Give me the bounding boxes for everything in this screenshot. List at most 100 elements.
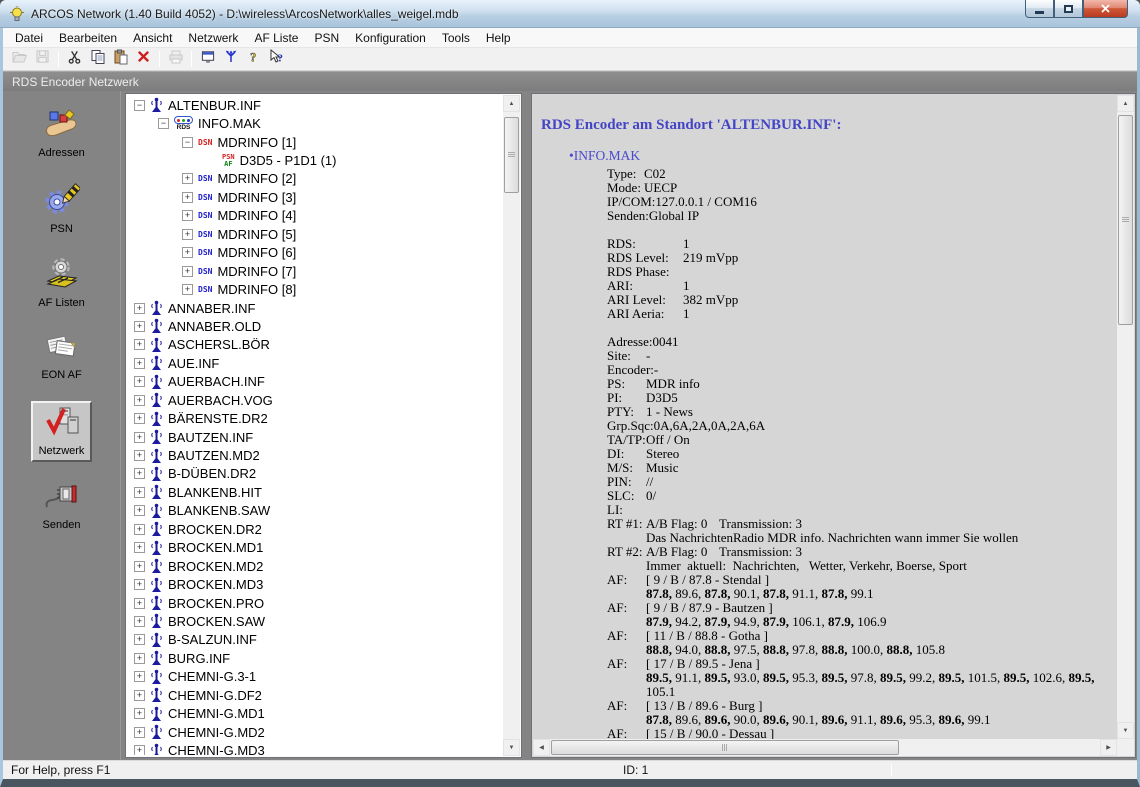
expand-toggle-icon[interactable]: + <box>182 266 193 277</box>
tree-item-b-renste-dr2[interactable]: +BÄRENSTE.DR2 <box>128 409 502 427</box>
tree-item-brocken-pro[interactable]: +BROCKEN.PRO <box>128 594 502 612</box>
delete-button[interactable] <box>132 49 155 70</box>
tree-item-brocken-md2[interactable]: +BROCKEN.MD2 <box>128 557 502 575</box>
expand-toggle-icon[interactable]: + <box>134 450 145 461</box>
antenna-button[interactable] <box>219 49 242 70</box>
tree-item-auerbach-inf[interactable]: +AUERBACH.INF <box>128 373 502 391</box>
expand-toggle-icon[interactable]: + <box>134 671 145 682</box>
tree-scrollbar-thumb[interactable] <box>504 117 519 193</box>
menu-item-netzwerk[interactable]: Netzwerk <box>180 29 246 47</box>
cut-button[interactable] <box>63 49 86 70</box>
expand-toggle-icon[interactable]: + <box>134 745 145 755</box>
expand-toggle-icon[interactable]: + <box>134 708 145 719</box>
tree-item-burg-inf[interactable]: +BURG.INF <box>128 649 502 667</box>
properties-button[interactable] <box>196 49 219 70</box>
menu-item-datei[interactable]: Datei <box>7 29 51 47</box>
sidebar-item-af-listen[interactable]: AF Listen <box>32 255 90 312</box>
tree-item-bautzen-inf[interactable]: +BAUTZEN.INF <box>128 428 502 446</box>
menu-item-af-liste[interactable]: AF Liste <box>246 29 306 47</box>
copy-button[interactable] <box>86 49 109 70</box>
sidebar-item-netzwerk[interactable]: Netzwerk <box>31 401 93 462</box>
tree-item-brocken-md3[interactable]: +BROCKEN.MD3 <box>128 575 502 593</box>
menu-item-ansicht[interactable]: Ansicht <box>125 29 180 47</box>
report-horizontal-scrollbar[interactable]: ◀ ▶ <box>533 739 1117 756</box>
expand-toggle-icon[interactable]: + <box>134 432 145 443</box>
tree-item-aschersl-b-r[interactable]: +ASCHERSL.BÖR <box>128 336 502 354</box>
scroll-left-arrow[interactable]: ◀ <box>533 739 550 756</box>
expand-toggle-icon[interactable]: + <box>134 690 145 701</box>
sidebar-item-adressen[interactable]: Adressen <box>32 105 90 162</box>
menu-item-bearbeiten[interactable]: Bearbeiten <box>51 29 125 47</box>
expand-toggle-icon[interactable]: + <box>134 524 145 535</box>
expand-toggle-icon[interactable]: + <box>134 561 145 572</box>
tree-item-annaber-old[interactable]: +ANNABER.OLD <box>128 317 502 335</box>
expand-toggle-icon[interactable]: + <box>134 634 145 645</box>
tree-item-b-salzun-inf[interactable]: +B-SALZUN.INF <box>128 631 502 649</box>
menu-item-psn[interactable]: PSN <box>306 29 347 47</box>
expand-toggle-icon[interactable]: + <box>134 468 145 479</box>
expand-toggle-icon[interactable]: + <box>134 321 145 332</box>
collapse-toggle-icon[interactable]: − <box>182 137 193 148</box>
expand-toggle-icon[interactable]: + <box>134 579 145 590</box>
sidebar-item-senden[interactable]: Senden <box>37 479 87 534</box>
sidebar-item-eon-af[interactable]: EON AF <box>35 329 87 384</box>
expand-toggle-icon[interactable]: + <box>134 339 145 350</box>
tree-item-aue-inf[interactable]: +AUE.INF <box>128 354 502 372</box>
expand-toggle-icon[interactable]: + <box>134 616 145 627</box>
tree-item-brocken-saw[interactable]: +BROCKEN.SAW <box>128 612 502 630</box>
close-button[interactable] <box>1083 0 1128 18</box>
tree-item-info-mak[interactable]: −RDSINFO.MAK <box>128 114 502 132</box>
collapse-toggle-icon[interactable]: − <box>134 100 145 111</box>
tree-vertical-scrollbar[interactable]: ▲ ▼ <box>503 95 520 756</box>
scroll-right-arrow[interactable]: ▶ <box>1100 739 1117 756</box>
scroll-up-arrow[interactable]: ▲ <box>503 95 520 112</box>
tree-item-blankenb-hit[interactable]: +BLANKENB.HIT <box>128 483 502 501</box>
scroll-up-arrow[interactable]: ▲ <box>1117 95 1134 112</box>
collapse-toggle-icon[interactable]: − <box>158 118 169 129</box>
tree-item-altenbur-inf[interactable]: −ALTENBUR.INF <box>128 96 502 114</box>
expand-toggle-icon[interactable]: + <box>134 395 145 406</box>
tree-item-annaber-inf[interactable]: +ANNABER.INF <box>128 299 502 317</box>
expand-toggle-icon[interactable]: + <box>134 303 145 314</box>
tree-item-b-d-ben-dr2[interactable]: +B-DÜBEN.DR2 <box>128 465 502 483</box>
expand-toggle-icon[interactable]: + <box>182 210 193 221</box>
tree-item-mdrinfo-6[interactable]: +DSNMDRINFO [6] <box>128 244 502 262</box>
tree-item-blankenb-saw[interactable]: +BLANKENB.SAW <box>128 502 502 520</box>
expand-toggle-icon[interactable]: + <box>182 247 193 258</box>
expand-toggle-icon[interactable]: + <box>134 727 145 738</box>
report-vertical-scrollbar[interactable]: ▲ ▼ <box>1117 95 1134 739</box>
paste-button[interactable] <box>109 49 132 70</box>
tree-item-mdrinfo-7[interactable]: +DSNMDRINFO [7] <box>128 262 502 280</box>
scroll-down-arrow[interactable]: ▼ <box>503 739 520 756</box>
help-button[interactable]: ? <box>242 49 265 70</box>
expand-toggle-icon[interactable]: + <box>134 598 145 609</box>
menu-item-tools[interactable]: Tools <box>434 29 478 47</box>
expand-toggle-icon[interactable]: + <box>134 487 145 498</box>
expand-toggle-icon[interactable]: + <box>182 192 193 203</box>
tree-item-mdrinfo-2[interactable]: +DSNMDRINFO [2] <box>128 170 502 188</box>
expand-toggle-icon[interactable]: + <box>134 376 145 387</box>
scroll-down-arrow[interactable]: ▼ <box>1117 722 1134 739</box>
tree-item-mdrinfo-3[interactable]: +DSNMDRINFO [3] <box>128 188 502 206</box>
tree-item-mdrinfo-1[interactable]: −DSNMDRINFO [1] <box>128 133 502 151</box>
menu-item-help[interactable]: Help <box>478 29 519 47</box>
tree-item-bautzen-md2[interactable]: +BAUTZEN.MD2 <box>128 446 502 464</box>
tree-item-mdrinfo-4[interactable]: +DSNMDRINFO [4] <box>128 207 502 225</box>
tree-item-brocken-dr2[interactable]: +BROCKEN.DR2 <box>128 520 502 538</box>
tree-item-d3d5-p1d1-1[interactable]: PSNAFD3D5 - P1D1 (1) <box>128 151 502 169</box>
title-bar[interactable]: ARCOS Network (1.40 Build 4052) - D:\wir… <box>0 0 1140 28</box>
report-hscrollbar-thumb[interactable] <box>551 740 899 755</box>
expand-toggle-icon[interactable]: + <box>182 284 193 295</box>
minimize-button[interactable] <box>1025 0 1054 18</box>
tree-item-chemni-g-md3[interactable]: +CHEMNI-G.MD3 <box>128 741 502 755</box>
tree-item-mdrinfo-5[interactable]: +DSNMDRINFO [5] <box>128 225 502 243</box>
tree-item-brocken-md1[interactable]: +BROCKEN.MD1 <box>128 539 502 557</box>
expand-toggle-icon[interactable]: + <box>182 229 193 240</box>
expand-toggle-icon[interactable]: + <box>134 505 145 516</box>
expand-toggle-icon[interactable]: + <box>182 173 193 184</box>
context-help-button[interactable]: ? <box>265 49 288 70</box>
tree-item-chemni-g-md1[interactable]: +CHEMNI-G.MD1 <box>128 704 502 722</box>
expand-toggle-icon[interactable]: + <box>134 653 145 664</box>
tree-item-chemni-g-df2[interactable]: +CHEMNI-G.DF2 <box>128 686 502 704</box>
tree-item-auerbach-vog[interactable]: +AUERBACH.VOG <box>128 391 502 409</box>
